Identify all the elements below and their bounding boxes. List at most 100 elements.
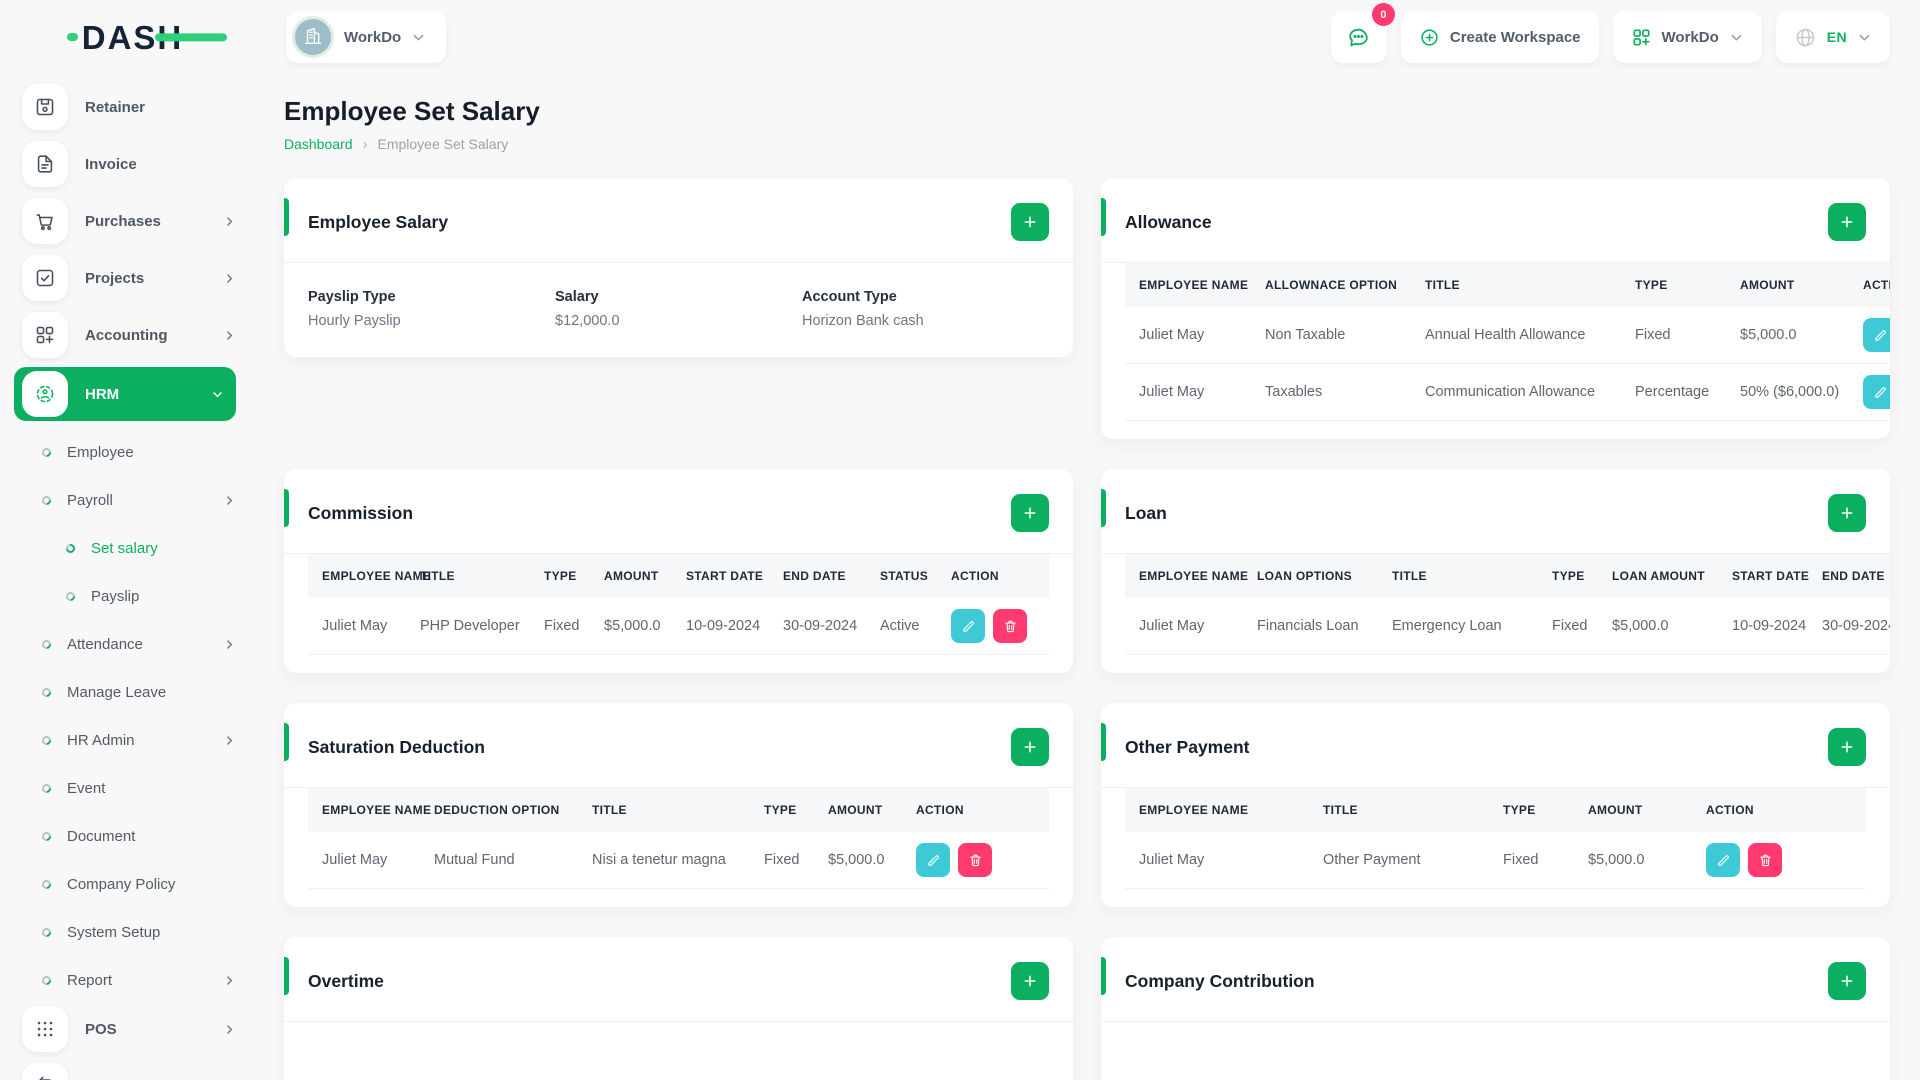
delete-button[interactable] bbox=[993, 609, 1027, 643]
sidebar-item-label: Purchases bbox=[85, 212, 161, 230]
sidebar-item-event[interactable]: Event bbox=[22, 764, 236, 812]
edit-button[interactable] bbox=[951, 609, 985, 643]
workspace-switcher[interactable]: WorkDo bbox=[286, 11, 447, 63]
sidebar-item-pos[interactable]: POS bbox=[22, 1004, 236, 1054]
sidebar-item-accounting[interactable]: Accounting bbox=[22, 310, 236, 360]
invoice-icon bbox=[22, 141, 68, 187]
actions-cell bbox=[904, 832, 1049, 889]
workspace-avatar bbox=[292, 16, 334, 58]
column-header: TYPE bbox=[1635, 278, 1668, 292]
card-accent bbox=[284, 723, 289, 761]
sidebar-item-projects[interactable]: Projects bbox=[22, 253, 236, 303]
add-company-contribution-button[interactable] bbox=[1828, 962, 1866, 1000]
table-header-row: EMPLOYEE NAME DEDUCTION OPTION TITLE TYPE AM… bbox=[308, 788, 1049, 832]
sidebar-item-invoice[interactable]: Invoice bbox=[22, 139, 236, 189]
sidebar-item-hr-admin[interactable]: HR Admin bbox=[22, 716, 236, 764]
sidebar-item-employee[interactable]: Employee bbox=[22, 428, 236, 476]
column-header: EMPLOYEE NAME bbox=[1139, 278, 1249, 292]
sidebar-item-manage-leave[interactable]: Manage Leave bbox=[22, 668, 236, 716]
sidebar-item-label: POS bbox=[85, 1020, 117, 1038]
column-header: TITLE bbox=[1392, 569, 1427, 583]
sidebar-item-label: Manage Leave bbox=[67, 683, 167, 701]
bullet-icon bbox=[40, 685, 53, 699]
column-header: ACTION bbox=[916, 803, 964, 817]
add-allowance-button[interactable] bbox=[1828, 203, 1866, 241]
add-overtime-button[interactable] bbox=[1011, 962, 1049, 1000]
chevron-down-icon bbox=[211, 388, 224, 401]
edit-button[interactable] bbox=[1863, 375, 1890, 409]
sidebar: Retainer Invoice Purchases Projects Acco… bbox=[0, 74, 250, 1080]
bullet-icon bbox=[40, 973, 53, 987]
plus-circle-icon bbox=[1419, 27, 1440, 48]
workdo-menu-button[interactable]: WorkDo bbox=[1612, 11, 1762, 63]
column-header: ACTION bbox=[1706, 803, 1754, 817]
edit-button[interactable] bbox=[1706, 843, 1740, 877]
sidebar-item-company-policy[interactable]: Company Policy bbox=[22, 860, 236, 908]
column-header: TITLE bbox=[592, 803, 627, 817]
column-header: START DATE bbox=[686, 569, 764, 583]
table-cell: $5,000.0 bbox=[1728, 307, 1851, 364]
language-selector[interactable]: EN bbox=[1775, 11, 1890, 63]
card-accent bbox=[1101, 723, 1106, 761]
column-header: ALLOWNACE OPTION bbox=[1265, 278, 1398, 292]
saturation-deduction-card: Saturation Deduction EMPLOYEE NAME DEDUCT… bbox=[284, 703, 1073, 907]
breadcrumb-separator-icon: › bbox=[362, 135, 368, 153]
table-cell: 10-09-2024 bbox=[1720, 598, 1810, 655]
messages-button[interactable]: 0 bbox=[1330, 3, 1395, 63]
edit-button[interactable] bbox=[916, 843, 950, 877]
card-title: Loan bbox=[1125, 502, 1167, 523]
add-commission-button[interactable] bbox=[1011, 494, 1049, 532]
card-header: Employee Salary bbox=[284, 178, 1073, 262]
card-accent bbox=[284, 198, 289, 236]
create-workspace-button[interactable]: Create Workspace bbox=[1400, 11, 1599, 63]
sidebar-item-report[interactable]: Report bbox=[22, 956, 236, 1004]
sidebar-item-set-salary[interactable]: Set salary bbox=[22, 524, 236, 572]
sidebar-item-label: Payslip bbox=[91, 587, 140, 605]
sidebar-item-label: Invoice bbox=[85, 155, 137, 173]
add-other-payment-button[interactable] bbox=[1828, 728, 1866, 766]
sidebar-item-hrm[interactable]: HRM bbox=[14, 367, 236, 421]
delete-button[interactable] bbox=[958, 843, 992, 877]
sidebar-item-system-setup[interactable]: System Setup bbox=[22, 908, 236, 956]
table-cell: $5,000.0 bbox=[816, 832, 904, 889]
field-label: Payslip Type bbox=[308, 289, 396, 305]
delete-button[interactable] bbox=[1748, 843, 1782, 877]
card-accent bbox=[1101, 198, 1106, 236]
sidebar-item-retainer[interactable]: Retainer bbox=[22, 82, 236, 132]
sidebar-item-payslip[interactable]: Payslip bbox=[22, 572, 236, 620]
add-loan-button[interactable] bbox=[1828, 494, 1866, 532]
table-cell: Fixed bbox=[1491, 832, 1576, 889]
table-cell: $5,000.0 bbox=[592, 598, 674, 655]
globe-icon bbox=[1794, 26, 1817, 49]
card-accent bbox=[1101, 489, 1106, 527]
other-payment-table: EMPLOYEE NAME TITLE TYPE AMOUNT ACTION Juliet… bbox=[1125, 788, 1866, 889]
card-body bbox=[1101, 1022, 1890, 1080]
table-cell: Juliet May bbox=[308, 832, 422, 889]
breadcrumb-dashboard-link[interactable]: Dashboard bbox=[284, 136, 353, 152]
column-header: TITLE bbox=[1323, 803, 1358, 817]
card-accent bbox=[284, 957, 289, 995]
sidebar-item-payroll[interactable]: Payroll bbox=[22, 476, 236, 524]
card-header: Company Contribution bbox=[1101, 937, 1890, 1021]
sidebar-item-purchases[interactable]: Purchases bbox=[22, 196, 236, 246]
edit-button[interactable] bbox=[1863, 318, 1890, 352]
sidebar-item-crm[interactable]: CRM bbox=[22, 1061, 236, 1080]
logo-dot-icon bbox=[66, 33, 78, 41]
dash-logo: DASH bbox=[66, 21, 228, 54]
card-title: Commission bbox=[308, 502, 414, 523]
table-cell: $5,000.0 bbox=[1576, 832, 1694, 889]
field-value: Horizon Bank cash bbox=[802, 313, 924, 329]
table-cell: $5,000.0 bbox=[1600, 598, 1720, 655]
sidebar-item-document[interactable]: Document bbox=[22, 812, 236, 860]
card-accent bbox=[284, 489, 289, 527]
table-cell: Juliet May bbox=[308, 598, 408, 655]
add-saturation-deduction-button[interactable] bbox=[1011, 728, 1049, 766]
sidebar-item-attendance[interactable]: Attendance bbox=[22, 620, 236, 668]
column-header: TITLE bbox=[420, 569, 455, 583]
allowance-table-wrap: EMPLOYEE NAME ALLOWNACE OPTION TITLE TYPE AM… bbox=[1125, 263, 1890, 421]
chevron-right-icon bbox=[223, 734, 236, 747]
sidebar-item-label: Attendance bbox=[67, 635, 143, 653]
column-header: ACTION bbox=[951, 569, 999, 583]
add-employee-salary-button[interactable] bbox=[1011, 203, 1049, 241]
main-content: Employee Set Salary Dashboard › Employee… bbox=[250, 74, 1920, 1080]
